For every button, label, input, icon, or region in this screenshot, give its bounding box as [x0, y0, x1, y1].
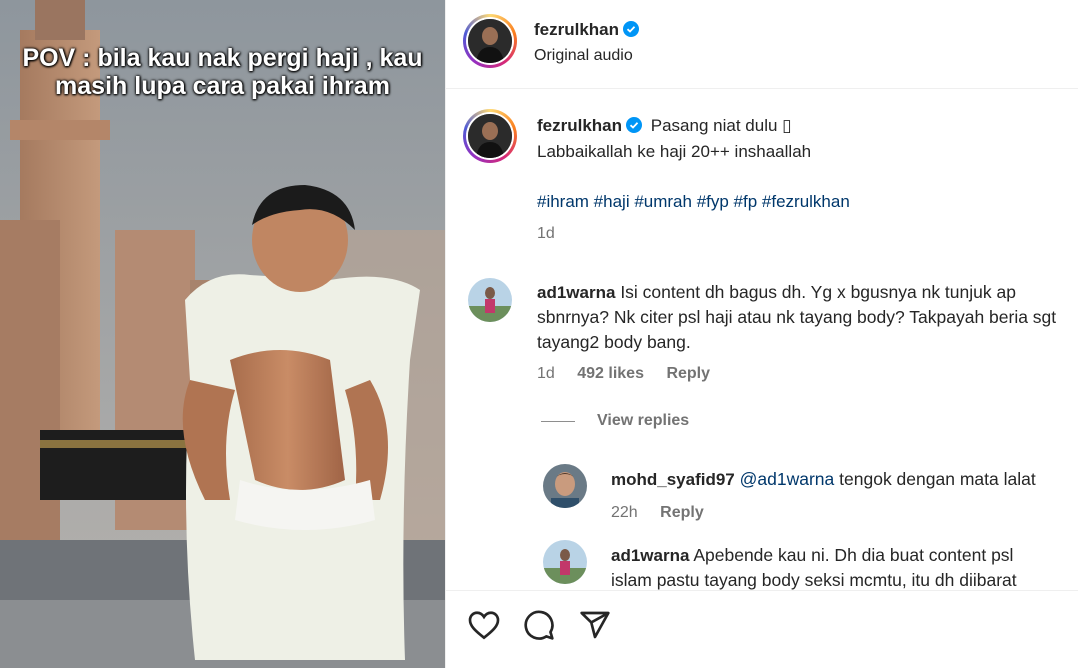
- comment-avatar[interactable]: [468, 278, 512, 322]
- share-icon[interactable]: [579, 609, 611, 641]
- caption-hashtags[interactable]: #ihram #haji #umrah #fyp #fp #fezrulkhan: [537, 192, 850, 212]
- reply-reply-button[interactable]: Reply: [660, 504, 704, 521]
- comment-username[interactable]: ad1warna: [537, 283, 615, 302]
- reply-avatar[interactable]: [543, 464, 587, 508]
- reply-text: tengok dengan mata lalat: [839, 469, 1036, 489]
- caption-line-2: Labbaikallah ke haji 20++ inshaallah: [537, 142, 812, 161]
- caption-username[interactable]: fezrulkhan: [537, 116, 622, 135]
- caption-time[interactable]: 1d: [537, 225, 555, 243]
- author-username[interactable]: fezrulkhan: [534, 20, 619, 39]
- comment-likes[interactable]: 492 likes: [577, 365, 644, 382]
- post-media[interactable]: POV : bila kau nak pergi haji , kau masi…: [0, 0, 445, 668]
- reply-mention[interactable]: @ad1warna: [740, 469, 835, 489]
- view-replies-line: [541, 421, 575, 422]
- reply-body: mohd_syafid97 @ad1warna tengok dengan ma…: [611, 467, 1078, 492]
- comment-icon[interactable]: [523, 609, 555, 641]
- verified-badge-icon: [623, 21, 640, 37]
- overlay-caption: POV : bila kau nak pergi haji , kau masi…: [22, 44, 423, 100]
- reply-avatar[interactable]: [543, 540, 587, 584]
- comment-reply-button[interactable]: Reply: [666, 365, 710, 382]
- reply-username[interactable]: mohd_syafid97: [611, 470, 735, 489]
- reply-username[interactable]: ad1warna: [611, 546, 689, 565]
- reply-text-line-1: Apebende kau ni. Dh dia buat content psl: [693, 545, 1014, 565]
- reply-time[interactable]: 22h: [611, 504, 638, 521]
- action-bar: [446, 590, 1078, 669]
- caption-line-1: Pasang niat dulu ▯: [650, 116, 792, 135]
- view-replies-button[interactable]: View replies: [597, 412, 689, 430]
- post-details-panel: fezrulkhan Original audio fezrulkhan Pas…: [445, 0, 1078, 669]
- post-image: [0, 0, 445, 668]
- caption-avatar[interactable]: [463, 109, 517, 163]
- heart-icon[interactable]: [468, 610, 500, 640]
- post-header: fezrulkhan Original audio: [446, 0, 1078, 89]
- comment-time[interactable]: 1d: [537, 365, 555, 382]
- comment-body: ad1warna Isi content dh bagus dh. Yg x b…: [537, 280, 1077, 355]
- comment-text: Isi content dh bagus dh. Yg x bgusnya nk…: [537, 282, 1057, 352]
- audio-label[interactable]: Original audio: [534, 47, 633, 65]
- verified-badge-icon: [626, 117, 643, 133]
- author-avatar[interactable]: [463, 14, 517, 68]
- reply-body: ad1warna Apebende kau ni. Dh dia buat co…: [611, 543, 1078, 568]
